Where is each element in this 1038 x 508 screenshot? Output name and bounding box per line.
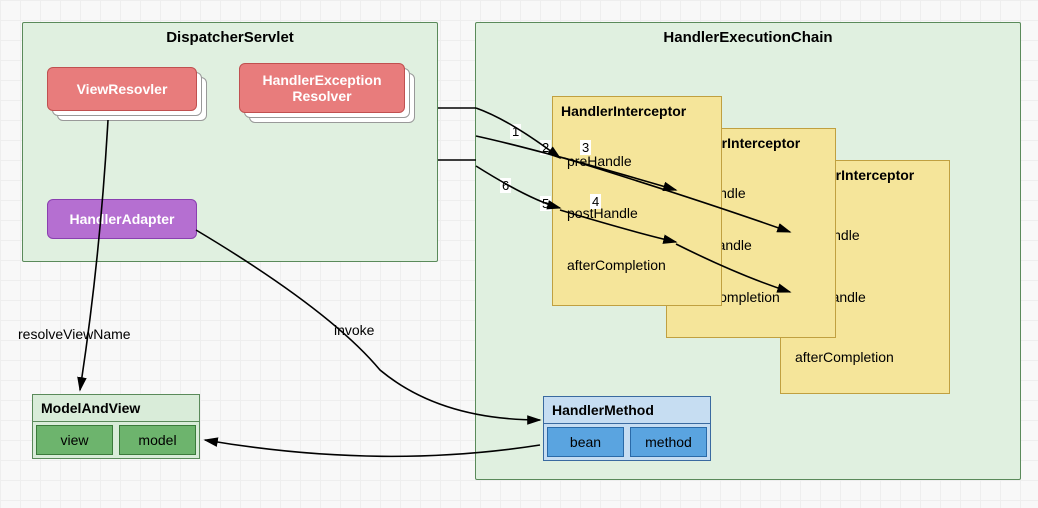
handler-adapter-box: HandlerAdapter — [47, 199, 197, 239]
after-completion-label: afterCompletion — [567, 257, 666, 273]
num-5: 5 — [540, 196, 551, 211]
handler-adapter-label: HandlerAdapter — [69, 211, 174, 227]
num-1: 1 — [510, 124, 521, 139]
pre-handle-label: preHandle — [567, 153, 632, 169]
mav-title: ModelAndView — [33, 395, 199, 421]
invoke-label: invoke — [334, 322, 374, 338]
num-4: 4 — [590, 194, 601, 209]
exception-resolver-box: HandlerException Resolver — [239, 63, 405, 113]
resolve-view-name-label: resolveViewName — [18, 326, 131, 342]
dispatcher-title: DispatcherServlet — [23, 23, 437, 56]
interceptor-title: HandlerInterceptor — [553, 97, 721, 125]
exception-resolver-label: HandlerException Resolver — [262, 72, 381, 104]
exception-resolver-stack: HandlerException Resolver — [239, 63, 415, 125]
handler-method-box: HandlerMethod bean method — [543, 396, 711, 461]
post-handle-label: postHandle — [567, 205, 638, 221]
dispatcher-servlet-container: DispatcherServlet ViewResovler HandlerEx… — [22, 22, 438, 262]
hm-bean-cell: bean — [547, 427, 624, 457]
hm-method-cell: method — [630, 427, 707, 457]
mav-model-cell: model — [119, 425, 196, 455]
chain-title: HandlerExecutionChain — [476, 23, 1020, 56]
view-resolver-box: ViewResovler — [47, 67, 197, 111]
num-2: 2 — [540, 140, 551, 155]
hm-title: HandlerMethod — [544, 397, 710, 423]
view-resolver-stack: ViewResovler — [47, 67, 207, 125]
mav-row: view model — [33, 421, 199, 458]
mav-view-cell: view — [36, 425, 113, 455]
after-completion-label: afterCompletion — [795, 349, 894, 365]
model-and-view-box: ModelAndView view model — [32, 394, 200, 459]
interceptor-card-1: HandlerInterceptor preHandle postHandle … — [552, 96, 722, 306]
hm-row: bean method — [544, 423, 710, 460]
num-3: 3 — [580, 140, 591, 155]
num-6: 6 — [500, 178, 511, 193]
view-resolver-label: ViewResovler — [77, 81, 168, 97]
